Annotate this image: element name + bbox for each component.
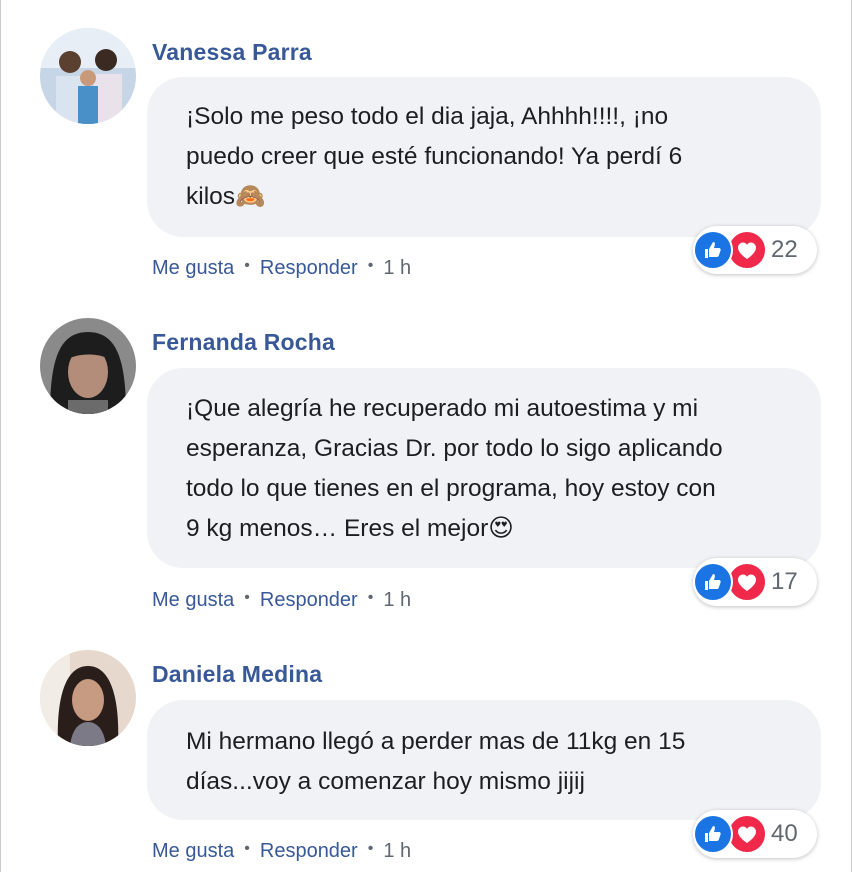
reply-link[interactable]: Responder: [260, 589, 358, 612]
comment-bubble: ¡Solo me peso todo el dia jaja, Ahhhh!!!…: [147, 77, 821, 237]
thumbs-up-icon: [693, 562, 733, 602]
reaction-count: 40: [771, 820, 798, 847]
like-link[interactable]: Me gusta: [152, 257, 234, 280]
reply-link[interactable]: Responder: [260, 840, 358, 863]
comment-actions: Me gusta • Responder • 1 h: [152, 840, 411, 863]
comment-author[interactable]: Vanessa Parra: [152, 39, 312, 66]
comment-text: ¡Solo me peso todo el dia jaja, Ahhhh!!!…: [186, 103, 683, 210]
avatar[interactable]: [40, 318, 136, 414]
comment-text: Mi hermano llegó a perder mas de 11kg en…: [186, 728, 686, 795]
avatar[interactable]: [40, 650, 136, 746]
separator-dot: •: [244, 839, 250, 857]
separator-dot: •: [244, 256, 250, 274]
comment-bubble: Mi hermano llegó a perder mas de 11kg en…: [147, 700, 821, 820]
reaction-count: 17: [771, 568, 798, 595]
reaction-summary[interactable]: 17: [693, 558, 817, 606]
reaction-summary[interactable]: 22: [693, 226, 817, 274]
comment-actions: Me gusta • Responder • 1 h: [152, 257, 411, 280]
heart-icon: [727, 814, 767, 854]
heart-icon: [727, 230, 767, 270]
heart-icon: [727, 562, 767, 602]
timestamp[interactable]: 1 h: [383, 840, 411, 863]
separator-dot: •: [367, 256, 374, 274]
comment-actions: Me gusta • Responder • 1 h: [152, 589, 411, 612]
thumbs-up-icon: [693, 230, 733, 270]
like-link[interactable]: Me gusta: [152, 840, 234, 863]
timestamp[interactable]: 1 h: [383, 589, 411, 612]
comments-panel: Vanessa Parra ¡Solo me peso todo el dia …: [0, 0, 852, 872]
separator-dot: •: [367, 839, 374, 857]
comment-author[interactable]: Fernanda Rocha: [152, 329, 335, 356]
like-link[interactable]: Me gusta: [152, 589, 234, 612]
separator-dot: •: [367, 588, 374, 606]
thumbs-up-icon: [693, 814, 733, 854]
separator-dot: •: [244, 588, 250, 606]
comment-bubble: ¡Que alegría he recuperado mi autoestima…: [147, 368, 821, 568]
comment-text: ¡Que alegría he recuperado mi autoestima…: [186, 395, 723, 542]
avatar[interactable]: [40, 28, 136, 124]
timestamp[interactable]: 1 h: [383, 257, 411, 280]
comment-author[interactable]: Daniela Medina: [152, 661, 322, 688]
reaction-summary[interactable]: 40: [693, 810, 817, 858]
reply-link[interactable]: Responder: [260, 257, 358, 280]
reaction-count: 22: [771, 236, 798, 263]
